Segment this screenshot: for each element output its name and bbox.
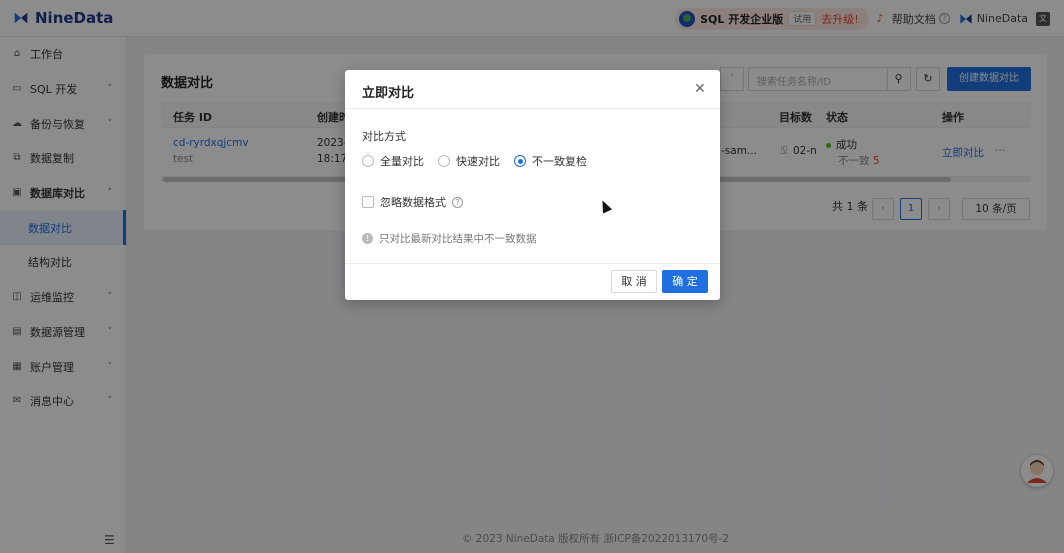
radio-quick-compare[interactable]: 快速对比 (438, 153, 500, 169)
close-icon[interactable]: ✕ (694, 81, 706, 97)
radio-circle (438, 155, 450, 167)
divider (345, 108, 720, 109)
info-icon: ! (362, 233, 373, 244)
confirm-button[interactable]: 确 定 (662, 270, 708, 293)
radio-label: 不一致复检 (532, 155, 587, 168)
checkbox[interactable] (362, 196, 374, 208)
compare-now-dialog: 立即对比 ✕ 对比方式 全量对比 快速对比 不一致复检 忽略数据格式 ? ! 只… (345, 70, 720, 300)
ignore-format-checkbox[interactable]: 忽略数据格式 ? (362, 194, 463, 210)
radio-circle-selected (514, 155, 526, 167)
question-icon[interactable]: ? (452, 196, 463, 208)
dialog-title: 立即对比 (362, 86, 415, 101)
radio-full-compare[interactable]: 全量对比 (362, 153, 424, 169)
divider (345, 263, 720, 264)
method-label: 对比方式 (362, 130, 406, 143)
radio-label: 全量对比 (380, 155, 424, 168)
cancel-button[interactable]: 取 消 (611, 270, 657, 293)
info-hint: ! 只对比最新对比结果中不一致数据 (362, 231, 537, 246)
info-text: 只对比最新对比结果中不一致数据 (379, 233, 537, 245)
checkbox-label: 忽略数据格式 (380, 196, 446, 209)
radio-label: 快速对比 (456, 155, 500, 168)
radio-inconsistent-recheck[interactable]: 不一致复检 (514, 153, 587, 169)
compare-method-radio-group: 全量对比 快速对比 不一致复检 (362, 153, 587, 169)
radio-circle (362, 155, 374, 167)
